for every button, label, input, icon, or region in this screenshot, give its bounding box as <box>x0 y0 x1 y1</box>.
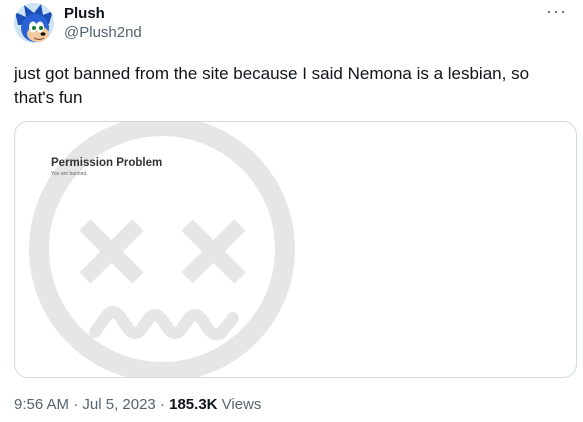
tweet-meta: 9:56 AM · Jul 5, 2023 · 185.3K Views <box>14 395 261 415</box>
avatar[interactable] <box>14 3 54 43</box>
meta-separator: · <box>155 396 170 413</box>
views-label: Views <box>217 396 262 413</box>
tweet-time[interactable]: 9:56 AM <box>14 396 69 413</box>
more-horizontal-icon: ··· <box>546 1 567 21</box>
meta-separator: · <box>69 396 83 413</box>
user-handle[interactable]: @Plush2nd <box>64 24 142 42</box>
tweet-date[interactable]: Jul 5, 2023 <box>82 396 155 413</box>
more-options-button[interactable]: ··· <box>546 2 567 20</box>
media-card[interactable]: Permission Problem You are banned. <box>14 121 577 378</box>
display-name[interactable]: Plush <box>64 5 105 23</box>
sonic-avatar-icon <box>14 3 54 43</box>
views-count: 185.3K <box>169 396 218 413</box>
tweet-text: just got banned from the site because I … <box>14 64 530 107</box>
permission-title: Permission Problem <box>51 157 163 169</box>
permission-message: You are banned. <box>51 171 88 177</box>
